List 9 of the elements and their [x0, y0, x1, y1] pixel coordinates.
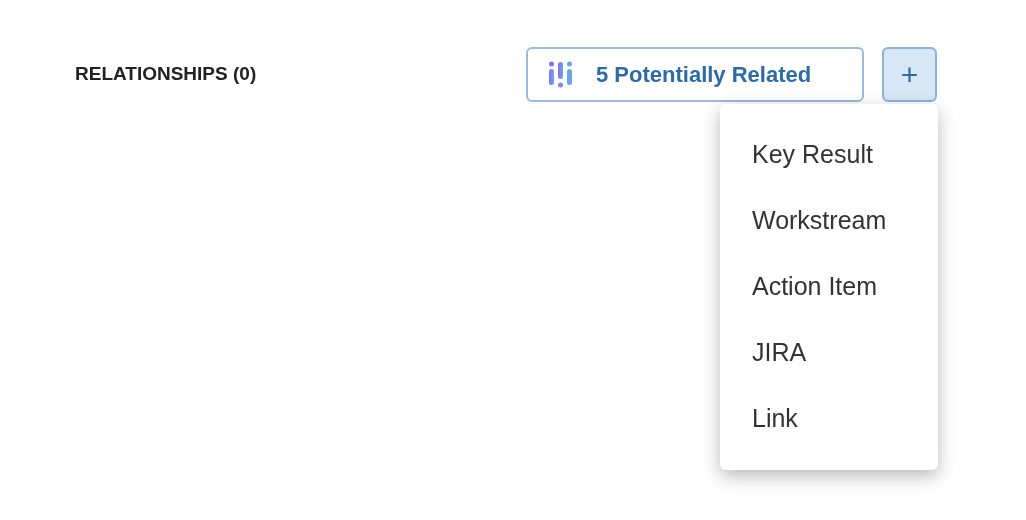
- menu-item[interactable]: Key Result: [720, 122, 938, 188]
- insight-icon: [548, 60, 574, 89]
- menu-item[interactable]: Link: [720, 386, 938, 452]
- menu-item[interactable]: JIRA: [720, 320, 938, 386]
- section-title: RELATIONSHIPS (0): [75, 62, 257, 87]
- potentially-related-button[interactable]: 5 Potentially Related: [526, 47, 864, 102]
- menu-item[interactable]: Workstream: [720, 188, 938, 254]
- menu-item[interactable]: Action Item: [720, 254, 938, 320]
- add-button[interactable]: +: [882, 47, 937, 102]
